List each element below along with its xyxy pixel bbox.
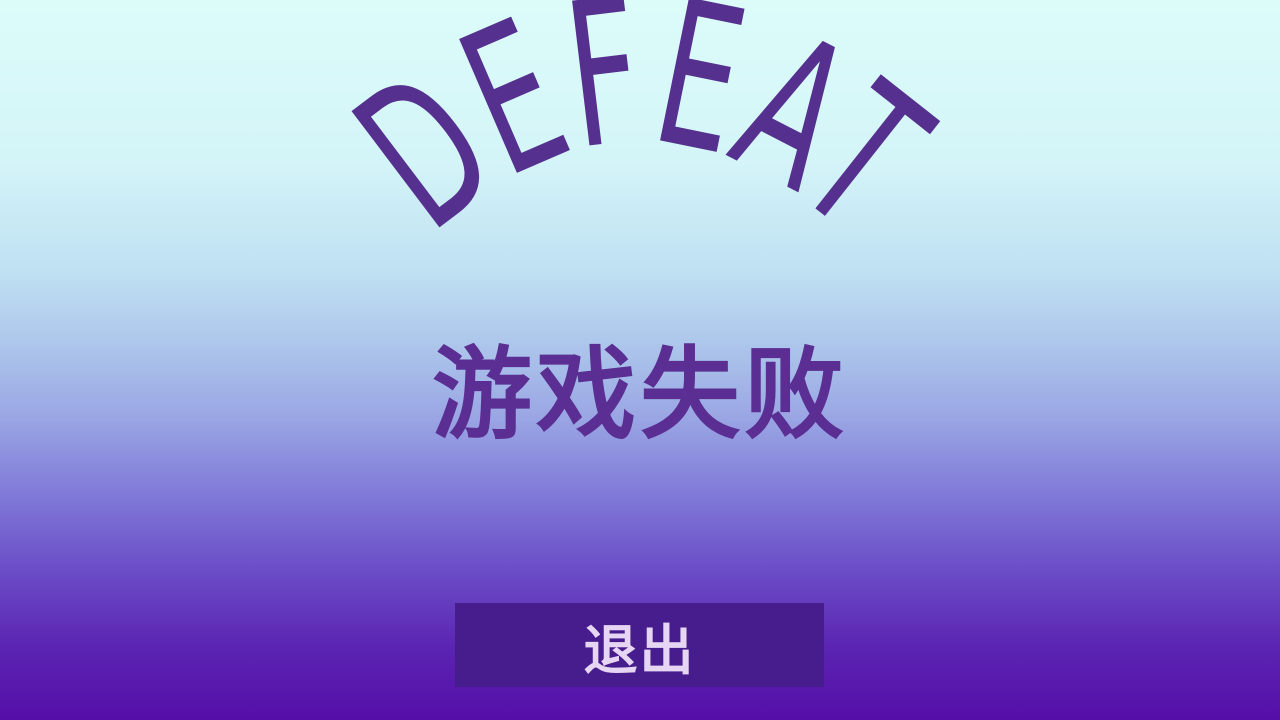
defeat-screen: DEFEAT 游戏失败 退出 [0, 0, 1280, 720]
defeat-title-graphic: DEFEAT [318, 0, 964, 273]
exit-button[interactable]: 退出 [455, 603, 824, 687]
game-over-subtitle: 游戏失败 [432, 336, 848, 453]
defeat-title: DEFEAT [318, 0, 964, 273]
